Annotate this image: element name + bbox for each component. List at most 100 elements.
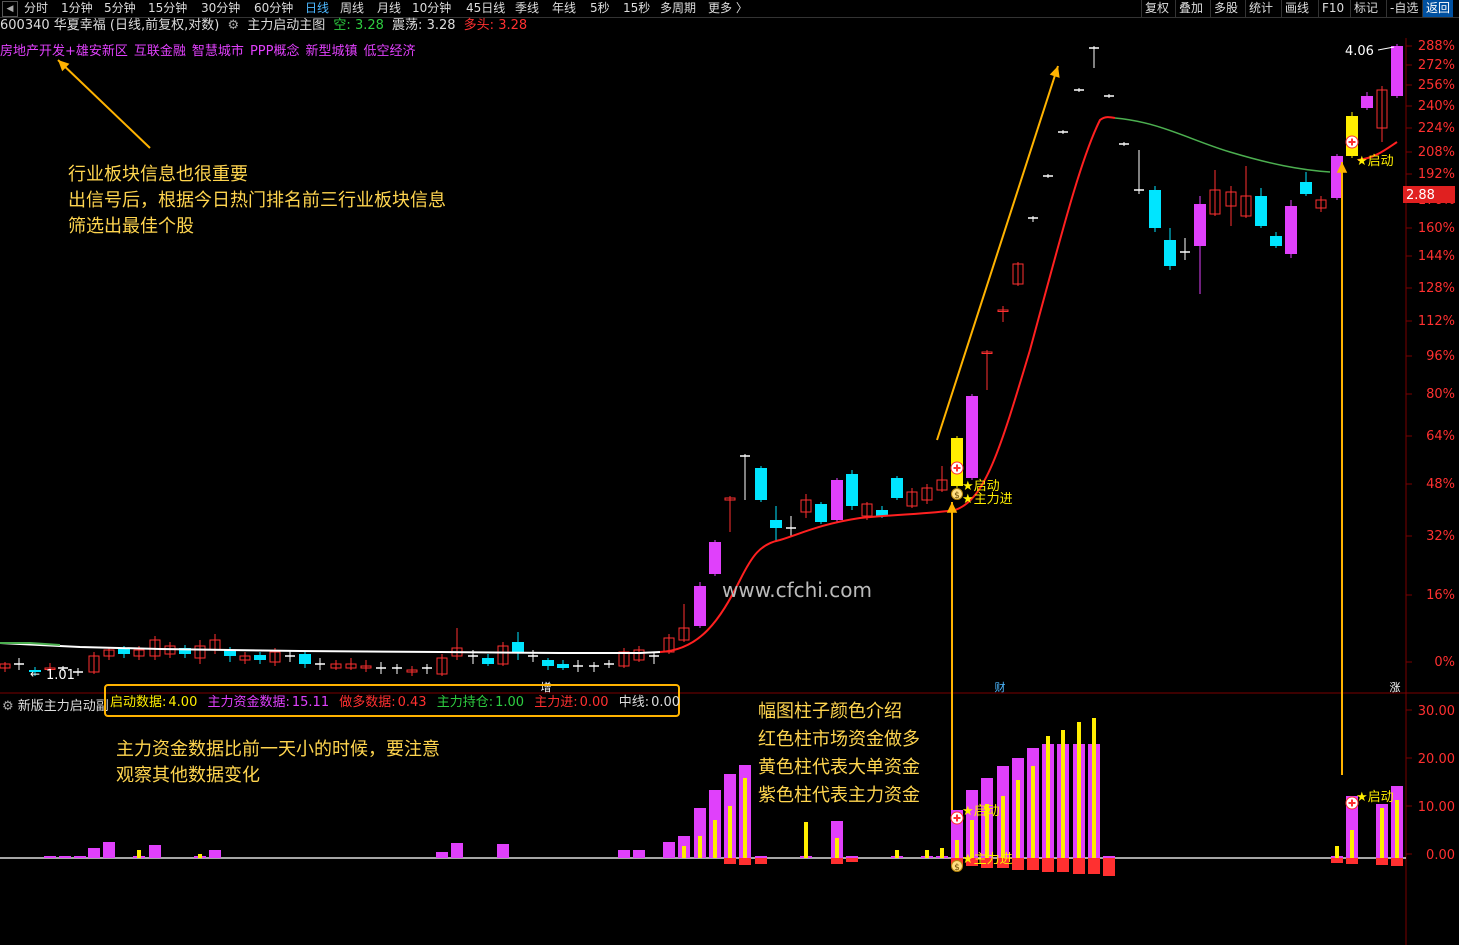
fund-note-line-2: 观察其他数据变化	[116, 765, 260, 786]
current-price-value: 2.88	[1406, 188, 1435, 203]
zjsj-value: 15.11	[291, 695, 330, 710]
sub-bar-yellow	[698, 836, 702, 858]
candle-body	[1285, 206, 1297, 254]
sub-bar-red	[724, 858, 736, 864]
kline-chart[interactable]: 288%272%256%240%224%208%192%176%160%144%…	[0, 0, 1459, 945]
sub-bar-yellow	[1350, 830, 1354, 858]
zlj-value: 0.00	[579, 695, 609, 710]
sub-axis-label: 30.00	[1418, 704, 1455, 719]
candle-body	[755, 468, 767, 500]
price-axis-label: 208%	[1418, 145, 1455, 160]
sub-bar-yellow	[940, 848, 944, 858]
qidong-label: 启动数据:	[110, 695, 167, 710]
sub-bar-magenta	[149, 845, 161, 858]
sub-bar-red	[1376, 858, 1388, 865]
zdsj-value: 0.43	[397, 695, 427, 710]
arrow-trend-head	[1049, 66, 1060, 78]
price-axis-label: 96%	[1426, 349, 1455, 364]
min-price-label: 1.01	[46, 668, 75, 683]
candle-body	[1255, 196, 1267, 226]
sub-bar-magenta	[633, 850, 645, 858]
sub-bar-red	[739, 858, 751, 865]
candle-body	[966, 396, 978, 478]
sub-bar-yellow	[925, 850, 929, 858]
sub-bar-yellow	[198, 854, 202, 858]
candle-body	[1361, 96, 1373, 108]
sector-note-line-3: 筛选出最佳个股	[68, 216, 194, 237]
candle-body	[1194, 204, 1206, 246]
sub-money-signal-icon-glyph: $	[954, 863, 960, 873]
candle-body	[1300, 182, 1312, 194]
candle-body	[831, 480, 843, 520]
candle-body	[815, 504, 827, 522]
trend-line-green	[1114, 117, 1331, 173]
sub-bar-red	[1331, 858, 1343, 863]
money-signal-icon-glyph: $	[954, 491, 960, 501]
bar-note-line-2: 红色柱市场资金做多	[758, 729, 920, 750]
sub-bar-yellow	[1077, 722, 1081, 858]
sub-bar-yellow	[1046, 736, 1050, 858]
sub-bar-magenta	[103, 842, 115, 858]
qidong-value: 4.00	[168, 695, 198, 710]
signal-qidong-label-2: ★启动	[1356, 154, 1394, 169]
sub-indicator-values: 启动数据: 4.00 主力资金数据: 15.11 做多数据: 0.43 主力持仓: 1.…	[104, 684, 680, 717]
sub-bar-magenta	[436, 852, 448, 858]
price-axis-label: 32%	[1426, 529, 1455, 544]
sector-annotation: 行业板块信息也很重要 出信号后，根据今日热门排名前三行业板块信息 筛选出最佳个股	[68, 162, 446, 240]
candle-body	[770, 520, 782, 528]
sector-note-line-1: 行业板块信息也很重要	[68, 164, 248, 185]
sub-bar-red	[846, 858, 858, 862]
sub-bar-red	[755, 858, 767, 864]
sub-bar-yellow	[895, 850, 899, 858]
sub-bar-magenta	[44, 856, 56, 858]
arrow-sector	[57, 59, 151, 149]
sub-bar-yellow	[1016, 780, 1020, 858]
zlj-label: 主力进:	[534, 695, 578, 710]
sub-indicator-name[interactable]: ⚙ 新版主力启动副	[2, 695, 109, 714]
sub-bar-yellow	[713, 820, 717, 858]
sub-gear-icon[interactable]: ⚙	[2, 699, 14, 714]
sub-bar-yellow	[1031, 766, 1035, 858]
candle-body	[1149, 190, 1161, 228]
trend-line-red	[659, 116, 1116, 653]
watermark: www.cfchi.com	[722, 578, 872, 602]
arrow-signal-1-head	[946, 502, 958, 513]
candle-body	[542, 660, 554, 666]
price-axis-label: 64%	[1426, 429, 1455, 444]
sub-bar-magenta	[74, 856, 86, 858]
sub-bar-yellow	[743, 778, 747, 858]
sub-axis-label: 0.00	[1426, 848, 1455, 863]
candle-body	[254, 655, 266, 660]
candle-body	[891, 478, 903, 498]
price-axis-label: 144%	[1418, 249, 1455, 264]
candle-body	[709, 542, 721, 574]
sector-note-line-2: 出信号后，根据今日热门排名前三行业板块信息	[68, 190, 446, 211]
sub-bar-red	[1073, 858, 1085, 874]
sub-bar-magenta	[663, 842, 675, 858]
zjsj-label: 主力资金数据:	[207, 695, 290, 710]
sub-bar-yellow	[1092, 718, 1096, 858]
price-axis-label: 160%	[1418, 221, 1455, 236]
fund-note-line-1: 主力资金数据比前一天小的时候，要注意	[116, 739, 440, 760]
bar-note-line-4: 紫色柱代表主力资金	[758, 785, 920, 806]
candle-body	[694, 586, 706, 626]
sub-signal-zhulijin-label: ★主力进	[962, 852, 1013, 867]
sub-bar-yellow	[1061, 730, 1065, 858]
bar-annotation: 幅图柱子颜色介绍 红色柱市场资金做多 黄色柱代表大单资金 紫色柱代表主力资金	[758, 698, 920, 810]
sub-bar-yellow	[1001, 796, 1005, 858]
sub-bar-red	[1057, 858, 1069, 872]
price-axis-label: 80%	[1426, 387, 1455, 402]
price-axis-label: 0%	[1434, 655, 1455, 670]
candle-body	[1270, 236, 1282, 246]
zx-value: 0.00	[651, 695, 681, 710]
price-axis-label: 48%	[1426, 477, 1455, 492]
sub-bar-magenta	[755, 856, 767, 858]
zdsj-label: 做多数据:	[339, 695, 396, 710]
max-price-label: 4.06	[1345, 44, 1374, 59]
mid-line-white	[0, 642, 661, 654]
sub-bar-yellow	[804, 822, 808, 858]
price-axis-label: 224%	[1418, 121, 1455, 136]
candle-body	[482, 658, 494, 664]
marker-cai: 财	[995, 680, 1006, 694]
sub-bar-magenta	[618, 850, 630, 858]
